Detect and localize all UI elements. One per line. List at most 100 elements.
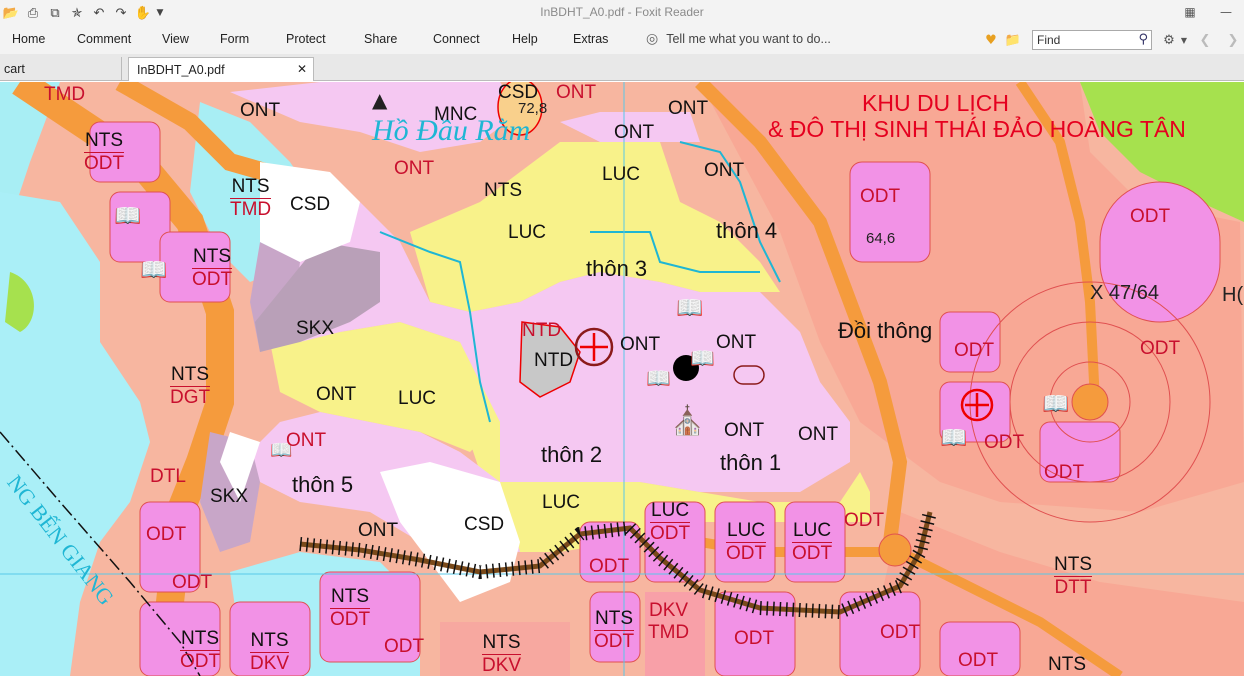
menu-connect[interactable]: Connect (433, 32, 480, 46)
code-label: ONT (614, 122, 655, 143)
code-label: ODT (146, 524, 187, 545)
document-view[interactable]: 📖 📖 📖 📖 📖 📖 📖 📖 ⛪ ▲ KHU DU LỊCH & ĐÔ THỊ… (0, 82, 1244, 676)
tab-label: InBDHT_A0.pdf (137, 63, 225, 77)
code-label: ODT (860, 186, 901, 207)
menu-home[interactable]: Home (12, 32, 45, 46)
place-thon4: thôn 4 (716, 218, 778, 243)
code-label: ONT (394, 158, 435, 179)
library-icon: 📖 (676, 296, 704, 321)
code-pair: NTS DGT (170, 364, 211, 408)
window-title: InBDHT_A0.pdf - Foxit Reader (540, 5, 704, 19)
code-label: ODT (984, 432, 1025, 453)
menu-share[interactable]: Share (364, 32, 397, 46)
menu-help[interactable]: Help (512, 32, 538, 46)
code-label: NTS (1048, 654, 1086, 675)
search-icon[interactable]: ⚲ (1138, 32, 1148, 47)
find-input[interactable]: Find ⚲ (1032, 30, 1152, 50)
lightbulb-icon: ◎ (646, 31, 659, 47)
code-pair: NTS DKV (482, 632, 522, 676)
library-icon: 📖 (114, 204, 142, 229)
code-pair: NTS DKV (250, 630, 290, 674)
tab-cart[interactable]: cart (0, 57, 122, 81)
heart-icon[interactable]: ♥ (980, 33, 1002, 48)
tab-inbdht[interactable]: InBDHT_A0.pdf ✕ (128, 57, 314, 81)
code-label: SKX (210, 486, 249, 507)
code-label: MNC (434, 104, 478, 125)
tell-me-text: Tell me what you want to do... (666, 32, 831, 46)
menu-form[interactable]: Form (220, 32, 249, 46)
code-pair: NTS TMD (230, 176, 272, 220)
code-label: ONT (620, 334, 661, 355)
code-pair: NTS ODT (594, 608, 635, 652)
code-label: ODT (589, 556, 630, 577)
library-icon: 📖 (646, 366, 671, 390)
elevation-label: X 47/64 (1090, 282, 1159, 304)
code-label: ONT (724, 420, 765, 441)
folder-search-icon[interactable]: 📁 (1002, 33, 1024, 48)
menu-comment[interactable]: Comment (77, 32, 131, 46)
code-label: ONT (556, 82, 597, 103)
tell-me-search[interactable]: ◎ Tell me what you want to do... (646, 31, 831, 47)
code-label: ODT (172, 572, 213, 593)
code-label: LUC (398, 388, 437, 409)
menu-extras[interactable]: Extras (573, 32, 608, 46)
menu-protect[interactable]: Protect (286, 32, 326, 46)
code-label: DTL (150, 466, 186, 487)
code-label: ODT (734, 628, 775, 649)
code-pair: LUC ODT (650, 500, 691, 544)
place-doi-thong: Đồi thông (838, 318, 933, 343)
code-label: ONT (358, 520, 399, 541)
place-thon3: thôn 3 (586, 256, 648, 281)
next-icon[interactable]: ❯ (1222, 33, 1244, 48)
gear-icon[interactable]: ⚙ (1158, 33, 1180, 48)
code-label: LUC (602, 164, 641, 185)
previous-icon[interactable]: ❮ (1194, 33, 1216, 48)
code-label: ONT (798, 424, 839, 445)
code-pair: LUC ODT (792, 520, 833, 564)
code-label: ODT (954, 340, 995, 361)
find-placeholder: Find (1037, 33, 1061, 47)
code-pair: NTS ODT (330, 586, 371, 630)
monument-icon: ▲ (372, 88, 388, 112)
code-label: CSD (498, 82, 539, 103)
code-pair: DKV TMD (648, 600, 690, 643)
gear-dropdown-icon[interactable]: ▼ (1180, 36, 1188, 45)
code-pair: NTS ODT (192, 246, 233, 290)
code-label: LUC (508, 222, 547, 243)
place-thon5: thôn 5 (292, 472, 354, 497)
code-pair: LUC ODT (726, 520, 767, 564)
place-thon1: thôn 1 (720, 450, 782, 475)
building-icon: ⛪ (670, 404, 705, 437)
restore-icon[interactable]: ▦ (1172, 0, 1208, 24)
code-label: TMD (44, 84, 86, 105)
library-icon: 📖 (1042, 392, 1070, 417)
close-icon[interactable]: ✕ (297, 62, 307, 76)
zone-title-line2: & ĐÔ THỊ SINH THÁI ĐẢO HOÀNG TÂN (768, 116, 1186, 142)
code-label: ODT (1044, 462, 1085, 483)
code-label: ONT (286, 430, 327, 451)
code-label: ONT (316, 384, 357, 405)
code-label: NTD (534, 350, 574, 371)
code-label: SKX (296, 318, 335, 339)
code-label: ODT (384, 636, 425, 657)
place-thon2: thôn 2 (541, 442, 603, 467)
code-pair: NTS ODT (180, 628, 221, 672)
code-label: CSD (464, 514, 505, 535)
menu-view[interactable]: View (162, 32, 189, 46)
code-label: LUC (542, 492, 581, 513)
code-label: CSD (290, 194, 331, 215)
title-bar: 📂 ⎙ ⧉ ✯ ↶ ↷ ✋ ▼ InBDHT_A0.pdf - Foxit Re… (0, 0, 1244, 26)
code-label: ONT (716, 332, 757, 353)
zone-title-line1: KHU DU LỊCH (862, 90, 1009, 116)
window-controls: ▦ — (1172, 0, 1244, 26)
code-label: NTD (522, 320, 562, 341)
library-icon: 📖 (940, 426, 968, 451)
elevation-label: 64,6 (866, 230, 896, 247)
code-label: ODT (1140, 338, 1181, 359)
code-label: ONT (704, 160, 745, 181)
right-tools: ♥ 📁 Find ⚲ ⚙ ▼ ❮ ❯ ▮ (980, 28, 1244, 52)
minimize-button[interactable]: — (1208, 0, 1244, 24)
code-label: ODT (844, 510, 885, 531)
code-label: ODT (880, 622, 921, 643)
code-pair: NTS DTT (1054, 554, 1092, 598)
